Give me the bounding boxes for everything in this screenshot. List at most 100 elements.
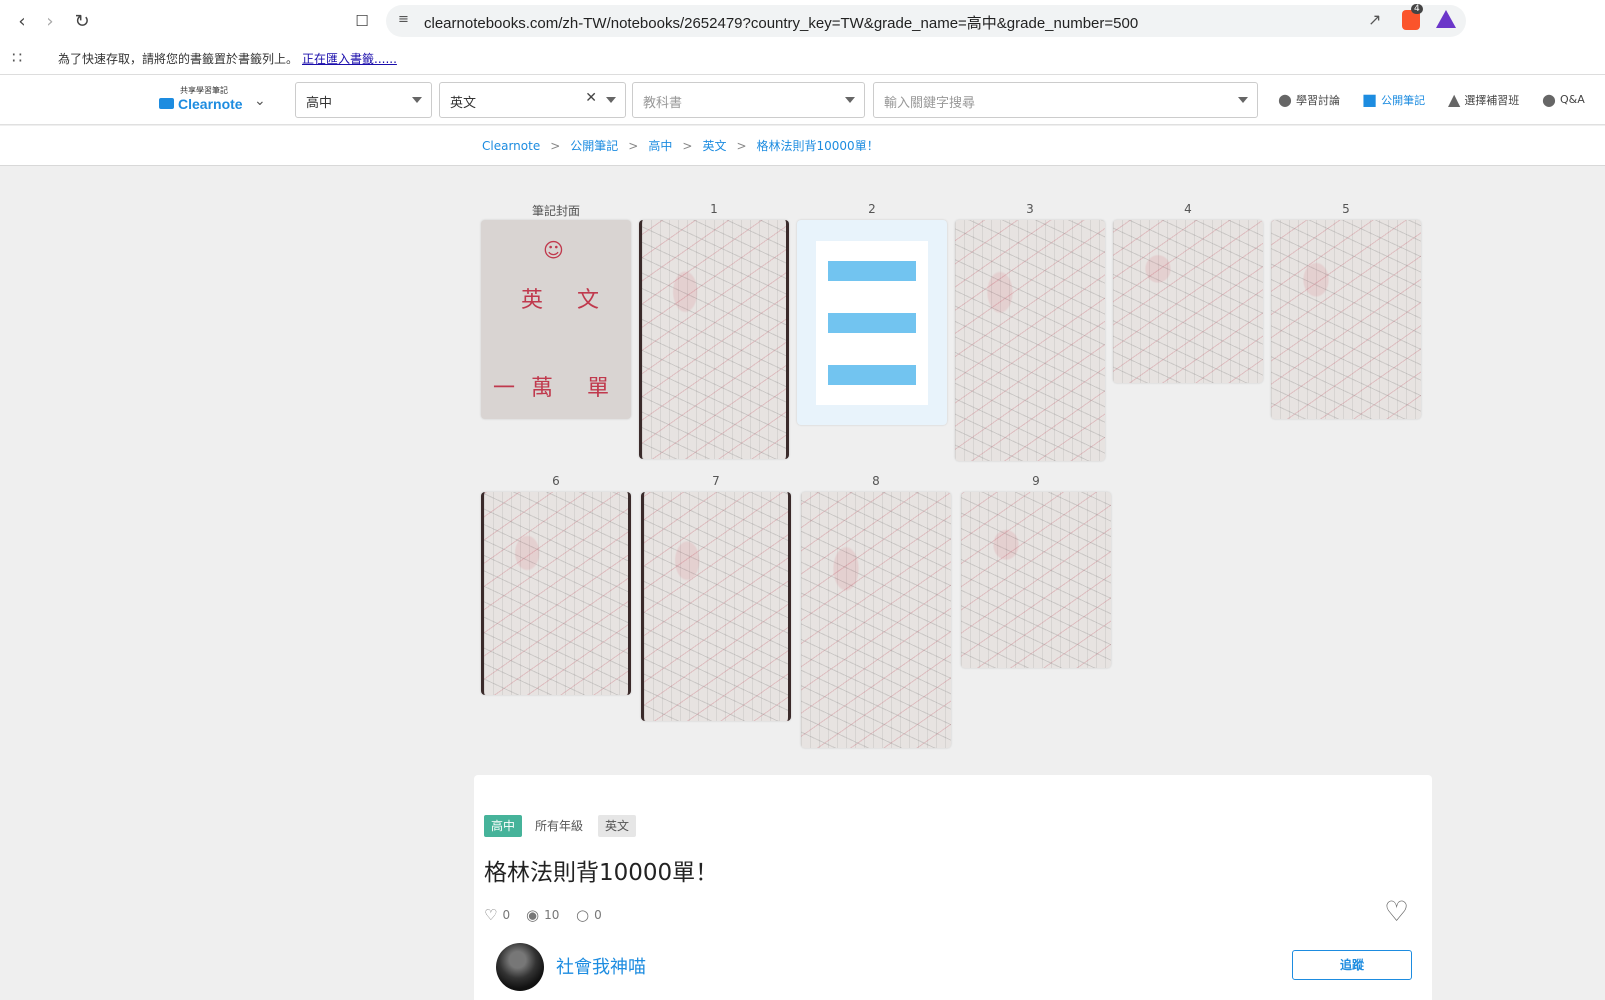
brave-shield-icon[interactable]: 4 bbox=[1402, 4, 1423, 30]
logo-name: Clearnote bbox=[178, 96, 243, 112]
breadcrumb-separator: > bbox=[550, 139, 561, 153]
favorite-heart-icon[interactable]: ♡ bbox=[1384, 895, 1409, 928]
logo-tagline: 共享學習筆記 bbox=[180, 86, 228, 95]
school-select-value: 高中 bbox=[306, 96, 333, 111]
page-label: 9 bbox=[1032, 474, 1040, 488]
breadcrumb-separator: > bbox=[682, 139, 693, 153]
page-label: 7 bbox=[712, 474, 720, 488]
subject-tag[interactable]: 英文 bbox=[598, 815, 637, 837]
nav-qa[interactable]: ● Q&A bbox=[1542, 90, 1585, 109]
forward-icon[interactable]: › bbox=[38, 9, 62, 33]
breadcrumb-item[interactable]: 高中 bbox=[648, 139, 672, 153]
page-thumbnail[interactable] bbox=[641, 492, 791, 721]
textbook-select[interactable]: 教科書 bbox=[632, 82, 865, 118]
view-count: ◉ 10 bbox=[526, 906, 559, 924]
comment-count: ○ 0 bbox=[576, 906, 602, 924]
page-label-cover: 筆記封面 bbox=[531, 204, 580, 218]
cover-text: 英 bbox=[521, 288, 544, 313]
breadcrumb-item[interactable]: 格林法則背10000單！ bbox=[757, 139, 879, 153]
site-settings-icon[interactable]: ≡ bbox=[398, 12, 409, 27]
back-icon[interactable]: ‹ bbox=[10, 9, 34, 33]
speech-bubble-icon: ● bbox=[1278, 90, 1292, 109]
cover-text: 一 bbox=[493, 376, 516, 401]
textbook-placeholder: 教科書 bbox=[643, 96, 683, 111]
caret-down-icon bbox=[606, 97, 616, 103]
breadcrumb-item[interactable]: 公開筆記 bbox=[570, 139, 618, 153]
chevron-down-icon[interactable]: ⌄ bbox=[254, 93, 266, 109]
nav-public-notes[interactable]: ■ 公開筆記 bbox=[1362, 90, 1425, 109]
author-name[interactable]: 社會我神喵 bbox=[556, 953, 646, 979]
cover-text: 單 bbox=[587, 376, 610, 401]
page-label: 3 bbox=[1026, 202, 1034, 216]
apps-icon[interactable]: ∷ bbox=[12, 48, 22, 67]
brave-rewards-icon[interactable] bbox=[1436, 10, 1456, 28]
page-thumbnail[interactable] bbox=[1113, 220, 1263, 383]
breadcrumb-bar: Clearnote > 公開筆記 > 高中 > 英文 > 格林法則背10000單！ bbox=[0, 126, 1605, 166]
chat-bubbles-icon: ● bbox=[1542, 90, 1556, 109]
import-bookmarks-link[interactable]: 正在匯入書籤...... bbox=[302, 52, 397, 66]
search-placeholder: 輸入關鍵字搜尋 bbox=[884, 96, 976, 111]
page-label: 5 bbox=[1342, 202, 1350, 216]
bookmarks-bar: ∷ 為了快速存取，請將您的書籤置於書籤列上。 正在匯入書籤...... bbox=[0, 42, 1605, 75]
cover-text: 文 bbox=[577, 288, 600, 313]
heart-icon: ♡ bbox=[484, 906, 498, 924]
subject-select[interactable]: 英文 ✕ bbox=[439, 82, 626, 118]
bookmarks-prompt: 為了快速存取，請將您的書籤置於書籤列上。 bbox=[58, 52, 299, 66]
page-thumbnail-cover[interactable]: ☺ 英 文 一 萬 單 bbox=[481, 220, 631, 419]
page-label: 8 bbox=[872, 474, 880, 488]
subject-select-value: 英文 bbox=[450, 96, 477, 111]
open-book-icon: ■ bbox=[1362, 90, 1378, 109]
breadcrumb-item[interactable]: Clearnote bbox=[482, 139, 540, 153]
page-thumbnail[interactable] bbox=[955, 220, 1105, 461]
view-count-value: 10 bbox=[544, 908, 560, 922]
clear-icon[interactable]: ✕ bbox=[585, 90, 597, 106]
eye-icon: ◉ bbox=[526, 906, 540, 924]
page-label: 2 bbox=[868, 202, 876, 216]
breadcrumb: Clearnote > 公開筆記 > 高中 > 英文 > 格林法則背10000單！ bbox=[482, 137, 879, 154]
grade-tag: 所有年級 bbox=[535, 819, 584, 833]
cat-doodle-icon: ☺ bbox=[543, 238, 564, 262]
placeholder-line bbox=[828, 364, 916, 385]
nav-discussion[interactable]: ● 學習討論 bbox=[1278, 90, 1340, 109]
notebook-info-card: 高中 所有年級 英文 格林法則背10000單！ ♡ 0 ◉ 10 ○ 0 ♡ 社… bbox=[474, 775, 1432, 1000]
page-thumbnail[interactable] bbox=[1271, 220, 1421, 419]
address-bar[interactable]: ≡ clearnotebooks.com/zh-TW/notebooks/265… bbox=[386, 5, 1466, 37]
clearnote-logo[interactable]: 共享學習筆記 Clearnote ⌄ bbox=[158, 83, 268, 117]
page-thumbnail[interactable] bbox=[481, 492, 631, 695]
nav-qa-label: Q&A bbox=[1559, 93, 1585, 106]
search-input[interactable]: 輸入關鍵字搜尋 bbox=[873, 82, 1258, 118]
page-thumbnail-loading[interactable] bbox=[797, 220, 947, 425]
follow-button[interactable]: 追蹤 bbox=[1292, 950, 1412, 980]
site-header: 共享學習筆記 Clearnote ⌄ 高中 英文 ✕ 教科書 輸入關鍵字搜尋 ●… bbox=[0, 75, 1605, 125]
book-icon bbox=[159, 98, 174, 109]
breadcrumb-item[interactable]: 英文 bbox=[702, 139, 726, 153]
nav-public-notes-label: 公開筆記 bbox=[1381, 93, 1426, 107]
share-icon[interactable]: ↗ bbox=[1368, 10, 1381, 29]
comment-icon: ○ bbox=[576, 906, 590, 924]
school-select[interactable]: 高中 bbox=[295, 82, 432, 118]
caret-down-icon bbox=[412, 97, 422, 103]
school-tag[interactable]: 高中 bbox=[484, 815, 523, 837]
page-label: 4 bbox=[1184, 202, 1192, 216]
placeholder-line bbox=[828, 312, 916, 333]
url-text: clearnotebooks.com/zh-TW/notebooks/26524… bbox=[424, 15, 1139, 32]
like-count-value: 0 bbox=[502, 908, 511, 922]
page-thumbnail[interactable] bbox=[801, 492, 951, 748]
browser-toolbar: ‹ › ↻ ☐ ≡ clearnotebooks.com/zh-TW/noteb… bbox=[0, 0, 1605, 42]
page-label: 6 bbox=[552, 474, 560, 488]
breadcrumb-separator: > bbox=[736, 139, 747, 153]
page-thumbnail[interactable] bbox=[639, 220, 789, 459]
notebook-title: 格林法則背10000單！ bbox=[484, 860, 719, 886]
page-thumbnail[interactable] bbox=[961, 492, 1111, 668]
nav-discussion-label: 學習討論 bbox=[1295, 93, 1340, 107]
like-count: ♡ 0 bbox=[484, 906, 510, 924]
caret-down-icon bbox=[845, 97, 855, 103]
breadcrumb-separator: > bbox=[628, 139, 639, 153]
caret-down-icon bbox=[1238, 97, 1248, 103]
bookmark-icon[interactable]: ☐ bbox=[350, 9, 374, 33]
avatar[interactable] bbox=[496, 943, 544, 991]
reload-icon[interactable]: ↻ bbox=[70, 9, 94, 33]
page-label: 1 bbox=[710, 202, 718, 216]
graduation-cap-icon: ▲ bbox=[1448, 90, 1461, 109]
nav-cram-school[interactable]: ▲ 選擇補習班 bbox=[1448, 90, 1519, 109]
